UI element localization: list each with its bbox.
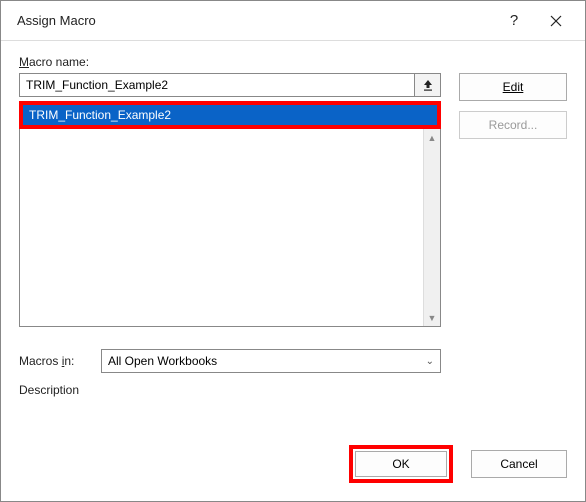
listbox-scrollbar[interactable]: ▲ ▼: [423, 129, 440, 326]
titlebar: Assign Macro ?: [1, 1, 585, 41]
chevron-down-icon: ⌄: [426, 356, 434, 367]
ok-button-highlight: OK: [349, 445, 453, 483]
close-button[interactable]: [535, 6, 577, 36]
cancel-button[interactable]: Cancel: [471, 450, 567, 478]
scroll-up-icon[interactable]: ▲: [424, 129, 440, 146]
macros-in-label: Macros in:: [19, 354, 91, 368]
ok-button[interactable]: OK: [355, 451, 447, 477]
dialog-body: Macro name: TRIM_Function_Example2: [1, 41, 585, 501]
dialog-title: Assign Macro: [17, 13, 493, 28]
macro-list-item-label: TRIM_Function_Example2: [29, 108, 171, 122]
description-label: Description: [19, 383, 441, 397]
dialog-footer: OK Cancel: [349, 445, 567, 483]
refedit-collapse-button[interactable]: [415, 73, 441, 97]
help-button[interactable]: ?: [493, 6, 535, 36]
close-icon: [550, 15, 562, 27]
macro-list-selected-highlight: TRIM_Function_Example2: [19, 101, 441, 129]
scroll-down-icon[interactable]: ▼: [424, 309, 440, 326]
macro-listbox[interactable]: ▲ ▼: [19, 129, 441, 327]
assign-macro-dialog: Assign Macro ? Macro name:: [0, 0, 586, 502]
macro-name-input[interactable]: [19, 73, 415, 97]
macros-in-combobox[interactable]: All Open Workbooks ⌄: [101, 349, 441, 373]
macro-name-label: Macro name:: [19, 55, 567, 69]
edit-button[interactable]: Edit: [459, 73, 567, 101]
macro-list-item-selected[interactable]: TRIM_Function_Example2: [23, 105, 437, 125]
arrow-up-icon: [422, 78, 434, 92]
macros-in-value: All Open Workbooks: [108, 354, 217, 368]
record-button[interactable]: Record...: [459, 111, 567, 139]
